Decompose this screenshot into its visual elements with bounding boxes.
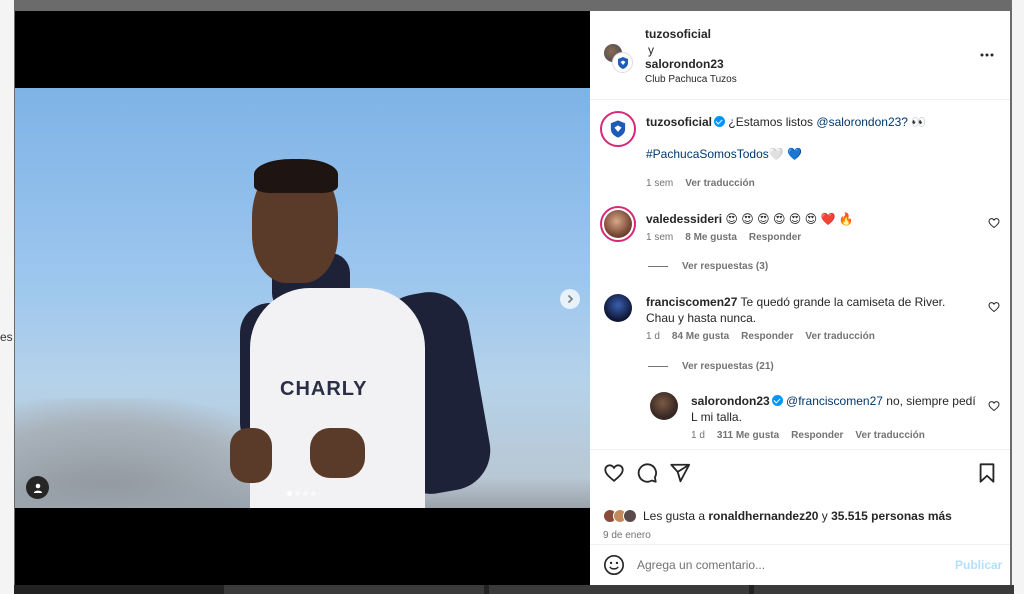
backdrop-right xyxy=(1012,0,1024,594)
post-header: tuzosoficial y salorondon23 Club Pachuca… xyxy=(590,11,1010,100)
post-photo[interactable]: CHARLY xyxy=(15,88,590,508)
post-media: CHARLY xyxy=(15,11,590,585)
carousel-next-button[interactable] xyxy=(560,289,580,309)
likes-summary: Les gusta a ronaldhernandez20 y 35.515 p… xyxy=(603,509,952,523)
tagged-users-button[interactable] xyxy=(26,476,49,499)
post-coauthor[interactable]: salorondon23 xyxy=(645,57,724,71)
more-horizontal-icon xyxy=(980,53,994,57)
verified-icon xyxy=(771,395,783,406)
verified-icon xyxy=(714,116,726,127)
jersey-text: CHARLY xyxy=(280,378,368,400)
view-replies-button[interactable]: Ver respuestas (3) xyxy=(648,261,768,272)
comment-input[interactable] xyxy=(637,555,937,575)
like-heart-icon[interactable] xyxy=(603,462,625,484)
likes-count[interactable]: 35.515 personas más xyxy=(831,509,952,523)
avatar[interactable] xyxy=(650,392,678,420)
hashtag-link[interactable]: #PachucaSomosTodos xyxy=(646,147,769,161)
comment-meta: 1 d 84 Me gusta Responder Ver traducción xyxy=(646,331,875,342)
caption-text: tuzosoficial ¿Estamos listos @salorondon… xyxy=(646,115,927,129)
caption-author[interactable]: tuzosoficial xyxy=(646,115,712,129)
more-options-button[interactable] xyxy=(976,48,998,62)
comment-text: valedessideri 😍 😍 😍 😍 😍 😍 ❤️ 🔥 xyxy=(646,212,854,226)
caption-time[interactable]: 1 sem xyxy=(646,178,673,189)
post-author[interactable]: tuzosoficial xyxy=(645,27,711,41)
comment-author[interactable]: franciscomen27 xyxy=(646,295,737,309)
comment-icon[interactable] xyxy=(636,462,658,484)
translate-link[interactable]: Ver traducción xyxy=(685,178,754,189)
post-comment-button[interactable]: Publicar xyxy=(955,558,1002,572)
caption-mention[interactable]: @salorondon23? xyxy=(816,115,908,129)
carousel-indicator xyxy=(287,491,316,496)
comment-composer: Publicar xyxy=(590,544,1010,585)
post-details-panel: tuzosoficial y salorondon23 Club Pachuca… xyxy=(590,11,1010,585)
view-replies-button[interactable]: Ver respuestas (21) xyxy=(648,361,774,372)
avatar[interactable] xyxy=(600,111,636,147)
caption-hashtags: #PachucaSomosTodos🤍 💙 xyxy=(646,146,802,162)
avatar[interactable] xyxy=(604,294,632,322)
emoji-icon[interactable] xyxy=(603,554,625,576)
reply-meta: 1 d 311 Me gusta Responder Ver traducció… xyxy=(691,430,925,441)
backdrop-text: es xyxy=(0,330,13,344)
reply-text: salorondon23 @franciscomen27 no, siempre… xyxy=(691,394,976,424)
carousel-dot xyxy=(303,491,308,496)
user-icon xyxy=(33,483,42,493)
player-figure: CHARLY xyxy=(230,153,530,508)
caption-meta: 1 sem Ver traducción xyxy=(646,178,755,189)
avatar xyxy=(612,52,633,73)
carousel-dot xyxy=(311,491,316,496)
bookmark-icon[interactable] xyxy=(976,462,998,484)
comment-author[interactable]: valedessideri xyxy=(646,212,722,226)
tuzos-logo-icon xyxy=(617,56,628,69)
chevron-right-icon xyxy=(567,294,574,304)
collab-avatars[interactable] xyxy=(603,43,633,73)
heart-icon[interactable] xyxy=(988,217,1000,229)
reply-mention[interactable]: @franciscomen27 xyxy=(786,394,883,408)
avatar xyxy=(623,509,637,523)
eyes-emoji: 👀 xyxy=(911,115,927,129)
comment-author[interactable]: salorondon23 xyxy=(691,394,770,408)
post-location[interactable]: Club Pachuca Tuzos xyxy=(645,74,737,85)
heart-emojis: 🤍 💙 xyxy=(768,147,802,161)
comment-text: franciscomen27 Te quedó grande la camise… xyxy=(646,295,946,325)
backdrop-left xyxy=(0,0,14,594)
share-icon[interactable] xyxy=(669,462,691,484)
comments-list[interactable]: tuzosoficial ¿Estamos listos @salorondon… xyxy=(590,101,1010,449)
post-date[interactable]: 9 de enero xyxy=(603,530,651,541)
comment-meta: 1 sem 8 Me gusta Responder xyxy=(646,232,802,243)
liker-username[interactable]: ronaldhernandez20 xyxy=(708,509,818,523)
collab-conjunction: y xyxy=(648,43,654,57)
carousel-dot xyxy=(287,491,292,496)
post-actions: Les gusta a ronaldhernandez20 y 35.515 p… xyxy=(590,449,1010,544)
post-modal: CHARLY tuzosoficial y salorondon23 Club … xyxy=(15,11,1010,585)
heart-icon[interactable] xyxy=(988,400,1000,412)
carousel-dot xyxy=(295,491,300,496)
tuzos-logo-icon xyxy=(610,120,626,138)
avatar[interactable] xyxy=(600,206,636,242)
backdrop-grid-strip xyxy=(14,585,1014,594)
heart-icon[interactable] xyxy=(988,301,1000,313)
